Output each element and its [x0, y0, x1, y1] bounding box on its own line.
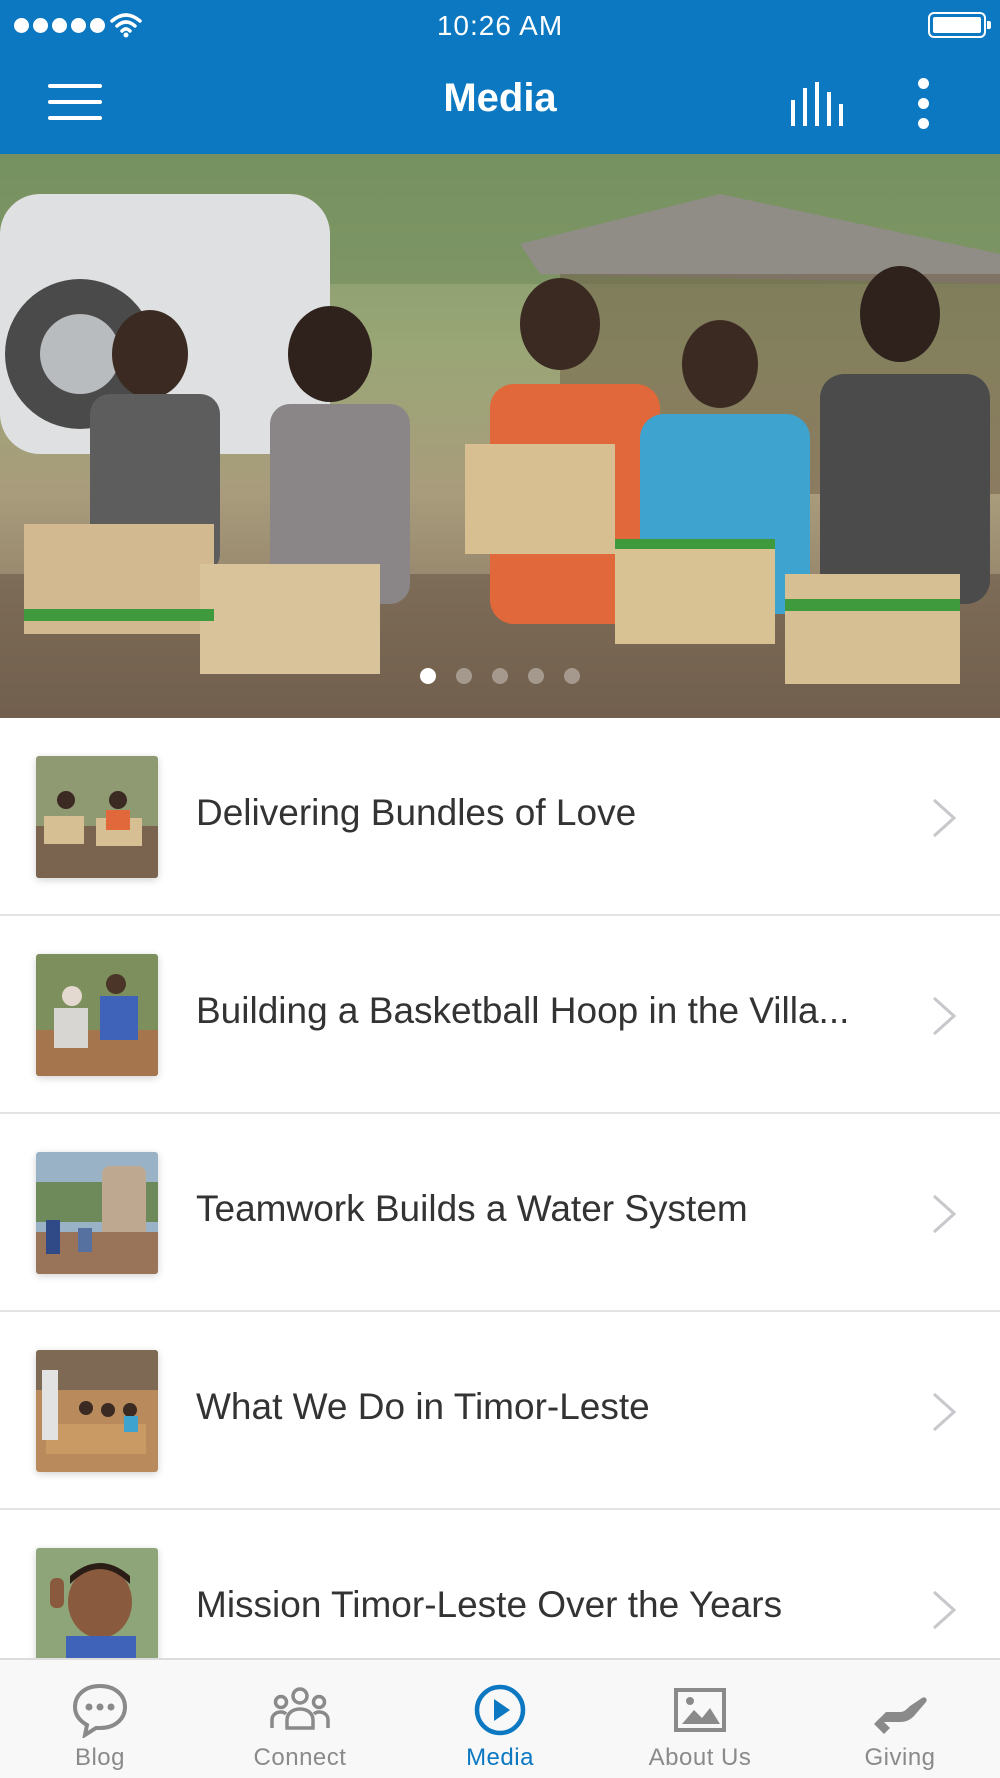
carousel-dot[interactable] — [420, 668, 436, 684]
status-time: 10:26 AM — [436, 10, 564, 41]
tab-bar: Blog Connect Media About Us Giving — [0, 1658, 1000, 1778]
picture-icon — [674, 1688, 726, 1732]
chevron-right-icon — [932, 1194, 957, 1234]
item-title: Building a Basketball Hoop in the Villa.… — [196, 990, 850, 1031]
chat-bubble-icon — [72, 1683, 128, 1738]
list-item[interactable]: Teamwork Builds a Water System — [0, 1114, 1000, 1312]
status-bar: 10:26 AM — [0, 0, 1000, 50]
nav-bar: Media — [0, 50, 1000, 154]
list-item[interactable]: Building a Basketball Hoop in the Villa.… — [0, 916, 1000, 1114]
carousel-dot[interactable] — [456, 668, 472, 684]
carousel-dot[interactable] — [564, 668, 580, 684]
media-list: Delivering Bundles of Love Building a Ba… — [0, 718, 1000, 1658]
carousel-dot[interactable] — [492, 668, 508, 684]
item-title: Delivering Bundles of Love — [196, 792, 637, 833]
tab-label: Connect — [253, 1744, 347, 1771]
thumbnail-image — [36, 1548, 158, 1658]
tab-giving[interactable]: Giving — [800, 1660, 1000, 1778]
chevron-right-icon — [932, 798, 957, 838]
tab-media[interactable]: Media — [400, 1660, 600, 1778]
people-group-icon — [270, 1687, 330, 1730]
play-circle-icon — [474, 1684, 526, 1736]
more-options-icon[interactable] — [906, 76, 942, 132]
chevron-right-icon — [932, 996, 957, 1036]
thumbnail-image — [36, 756, 158, 878]
list-item[interactable]: Delivering Bundles of Love — [0, 718, 1000, 916]
item-title: Teamwork Builds a Water System — [196, 1188, 748, 1229]
equalizer-icon[interactable] — [788, 80, 848, 128]
item-title: What We Do in Timor-Leste — [196, 1386, 650, 1427]
battery-icon — [928, 12, 991, 38]
list-item[interactable]: Mission Timor-Leste Over the Years — [0, 1510, 1000, 1658]
hero-photo — [0, 154, 1000, 718]
chevron-right-icon — [932, 1590, 957, 1630]
tab-label: Blog — [74, 1744, 126, 1771]
tab-about-us[interactable]: About Us — [600, 1660, 800, 1778]
carousel-indicator[interactable] — [0, 668, 1000, 684]
tab-label: Giving — [864, 1744, 936, 1771]
list-item[interactable]: What We Do in Timor-Leste — [0, 1312, 1000, 1510]
thumbnail-image — [36, 1350, 158, 1472]
giving-hand-icon — [874, 1697, 927, 1734]
item-title: Mission Timor-Leste Over the Years — [196, 1584, 783, 1625]
carousel-dot[interactable] — [528, 668, 544, 684]
hero-carousel[interactable] — [0, 154, 1000, 718]
page-title: Media — [443, 76, 557, 120]
tab-connect[interactable]: Connect — [200, 1660, 400, 1778]
tab-label: Media — [466, 1744, 534, 1771]
tab-label: About Us — [648, 1744, 752, 1771]
chevron-right-icon — [932, 1392, 957, 1432]
tab-blog[interactable]: Blog — [0, 1660, 200, 1778]
thumbnail-image — [36, 1152, 158, 1274]
thumbnail-image — [36, 954, 158, 1076]
